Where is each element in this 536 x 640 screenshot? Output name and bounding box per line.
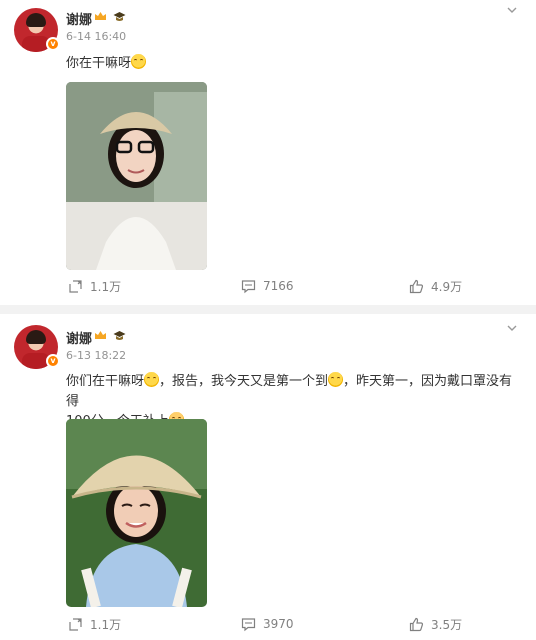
post-text: 你在干嘛呀 xyxy=(66,54,516,74)
like-button[interactable]: 4.9万 xyxy=(409,274,462,298)
graduation-cap-icon xyxy=(113,12,126,21)
author-name[interactable]: 谢娜 xyxy=(66,328,92,347)
chevron-down-icon[interactable] xyxy=(506,4,518,16)
post-text-segment: ，报告，我今天又是第一个到 xyxy=(159,374,329,389)
like-count: 3.5万 xyxy=(431,617,463,632)
repost-button[interactable]: 1.1万 xyxy=(68,274,121,298)
verified-badge-icon: v xyxy=(46,37,60,51)
thumbs-up-icon xyxy=(409,279,424,293)
post-photo[interactable] xyxy=(66,82,207,270)
comment-count: 3970 xyxy=(263,617,294,631)
smile-emoji-icon xyxy=(328,372,344,387)
comment-icon xyxy=(241,617,256,631)
comment-icon xyxy=(241,279,256,293)
graduation-cap-icon xyxy=(113,331,126,340)
like-count: 4.9万 xyxy=(431,279,463,294)
post-text-content: 你在干嘛呀 xyxy=(66,56,132,71)
repost-count: 1.1万 xyxy=(90,279,122,294)
chevron-down-icon[interactable] xyxy=(506,322,518,334)
verified-badge-icon: v xyxy=(46,354,60,368)
crown-icon xyxy=(95,331,106,339)
post-card: v 谢娜 6-13 18:22 你们在干嘛呀 ，报告，我今天又是第一个到 ，昨天第一… xyxy=(0,314,536,640)
repost-button[interactable]: 1.1万 xyxy=(68,612,121,636)
repost-icon xyxy=(69,617,82,631)
thumbs-up-icon xyxy=(409,617,424,631)
post-card: v 谢娜 6-14 16:40 你在干嘛呀 1.1万 7166 4.9万 xyxy=(0,0,536,305)
crown-icon xyxy=(95,12,106,20)
comment-button[interactable]: 7166 xyxy=(241,274,294,298)
repost-icon xyxy=(69,279,82,293)
post-photo[interactable] xyxy=(66,419,207,607)
author-name[interactable]: 谢娜 xyxy=(66,9,92,28)
post-text-segment: 你们在干嘛呀 xyxy=(66,374,145,389)
action-bar: 1.1万 3970 3.5万 xyxy=(0,612,536,636)
action-bar: 1.1万 7166 4.9万 xyxy=(0,274,536,298)
post-time[interactable]: 6-14 16:40 xyxy=(66,30,126,43)
comment-count: 7166 xyxy=(263,279,294,293)
smile-emoji-icon xyxy=(131,54,147,69)
post-time[interactable]: 6-13 18:22 xyxy=(66,349,126,362)
repost-count: 1.1万 xyxy=(90,617,122,632)
like-button[interactable]: 3.5万 xyxy=(409,612,462,636)
comment-button[interactable]: 3970 xyxy=(241,612,294,636)
smile-emoji-icon xyxy=(144,372,160,387)
